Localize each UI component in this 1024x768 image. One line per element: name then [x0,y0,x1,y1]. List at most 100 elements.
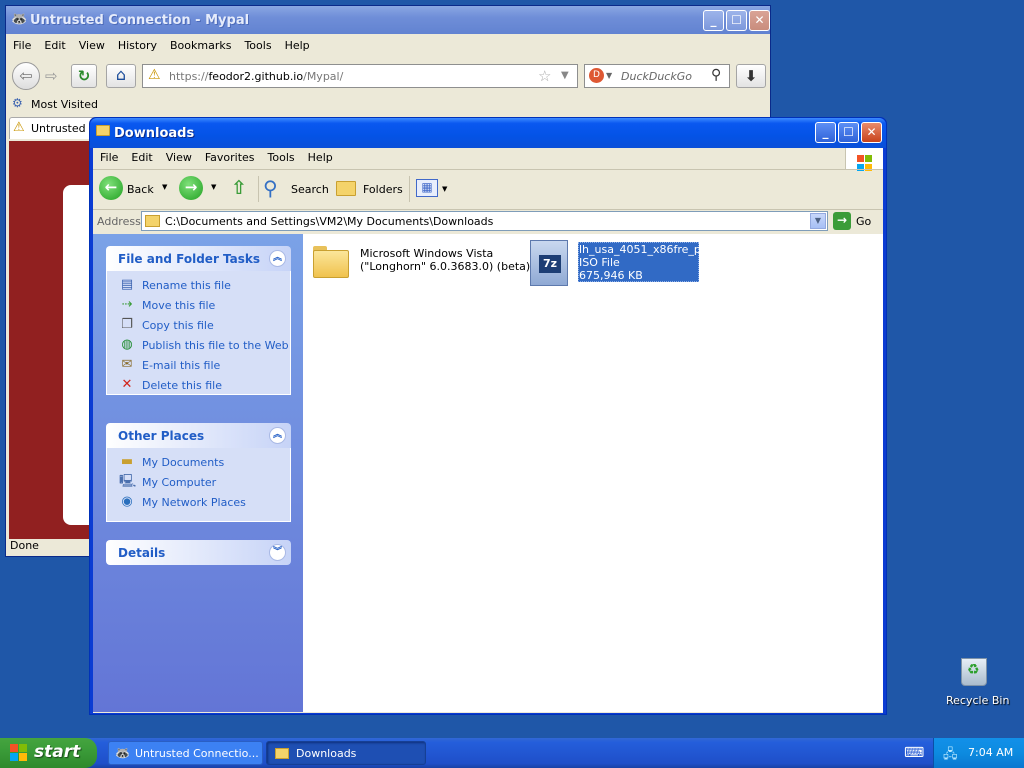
firefox-minimize-button[interactable]: _ [703,10,724,31]
ex-menu-tools[interactable]: Tools [261,148,301,164]
ff-menu-tools[interactable]: Tools [237,36,277,52]
bookmark-star-icon[interactable]: ☆ [538,67,551,85]
reload-icon[interactable]: ↻ [71,64,97,88]
address-folder-icon [145,215,160,227]
forward-dropdown-icon[interactable]: ▼ [211,183,216,191]
explorer-window-title: Downloads [114,126,195,141]
task-pane: File and Folder Tasks ︽ ▤ Rename this fil… [93,234,303,712]
views-dropdown-icon[interactable]: ▼ [442,185,447,193]
globe-icon: ◍ [121,337,133,352]
network-tray-icon[interactable]: 🖧 [943,745,958,767]
collapse-chevron-icon[interactable]: ︽ [269,250,286,267]
home-icon[interactable]: ⌂ [106,64,136,88]
back-button[interactable]: ← Back ▼ [99,176,169,202]
explorer-close-button[interactable]: ✕ [861,122,882,143]
start-button[interactable]: start [0,738,97,768]
folder-name-line1: Microsoft Windows Vista [360,247,494,260]
keyboard-icon[interactable]: ⌨ [904,745,924,761]
file-item-vista-folder[interactable]: Microsoft Windows Vista ("Longhorn" 6.0.… [311,242,531,292]
ex-menu-edit[interactable]: Edit [124,148,158,164]
clock[interactable]: 7:04 AM [968,746,1013,759]
go-button[interactable]: → Go [833,211,879,231]
forward-button[interactable]: → ▼ [179,176,219,202]
views-icon: ▦ [416,179,438,197]
explorer-minimize-button[interactable]: _ [815,122,836,143]
downloads-taskbar-icon [275,748,289,759]
tab-label: Untrusted C [31,122,97,135]
forward-icon: → [179,176,203,200]
ff-menu-file[interactable]: File [6,36,37,52]
chevron-down-icon[interactable]: ▼ [561,70,569,81]
address-label: Address [97,215,141,228]
file-list: Microsoft Windows Vista ("Longhorn" 6.0.… [303,234,883,712]
address-dropdown-icon[interactable]: ▼ [810,213,826,229]
file-item-iso[interactable]: 7z lh_usa_4051_x86fre_pro ISO File 675,9… [528,238,712,288]
ex-menu-help[interactable]: Help [301,148,339,164]
firefox-titlebar[interactable]: 🦝 Untrusted Connection - Mypal _ ☐ ✕ [6,6,770,34]
folder-name-line2: ("Longhorn" 6.0.3683.0) (beta) [360,260,531,273]
copy-icon: ❐ [121,317,133,332]
url-prefix: https:// [169,70,209,83]
recycle-bin-label: Recycle Bin [946,694,1010,707]
engine-dropdown-icon[interactable]: ▼ [606,71,612,80]
firefox-window-title: Untrusted Connection - Mypal [30,13,250,28]
7z-file-icon: 7z [530,240,568,286]
file-tasks-header[interactable]: File and Folder Tasks ︽ [106,246,291,271]
ff-menu-bookmarks[interactable]: Bookmarks [163,36,237,52]
most-visited-icon: ⚙ [12,96,23,110]
url-path: /Mypal/ [303,70,344,83]
other-places-header[interactable]: Other Places ︽ [106,423,291,448]
delete-icon: ✕ [121,377,133,392]
search-input[interactable]: DuckDuckGo [621,70,692,83]
firefox-maximize-button[interactable]: ☐ [726,10,747,31]
back-dropdown-icon[interactable]: ▼ [162,183,167,191]
ff-menu-edit[interactable]: Edit [37,36,71,52]
views-button[interactable]: ▦ ▼ [415,176,451,202]
ff-menu-view[interactable]: View [72,36,111,52]
mypal-logo-icon: 🦝 [11,12,28,27]
address-bar-row: Address C:\Documents and Settings\VM2\My… [93,210,883,233]
details-header[interactable]: Details ︾ [106,540,291,565]
taskbar-item-mypal[interactable]: 🦝 Untrusted Connectio... [108,741,263,765]
search-icon[interactable]: ⚲ [711,67,721,83]
folders-button[interactable]: Folders [336,176,404,202]
ff-menu-history[interactable]: History [111,36,163,52]
download-icon[interactable]: ⬇ [736,64,766,88]
search-bar[interactable]: D ▼ DuckDuckGo ⚲ [584,64,730,88]
search-button[interactable]: ⚲ Search [263,176,329,202]
address-field[interactable]: C:\Documents and Settings\VM2\My Documen… [141,211,828,231]
url-domain: feodor2.github.io [208,70,304,83]
system-tray: 🖧 7:04 AM [933,738,1024,768]
taskbar: start 🦝 Untrusted Connectio... Downloads… [0,738,1024,768]
other-places-panel: ▬ My Documents 🖳 My Computer ◉ My Network P… [106,448,291,522]
firefox-close-button[interactable]: ✕ [749,10,770,31]
ex-menu-favorites[interactable]: Favorites [198,148,261,164]
ex-menu-file[interactable]: File [93,148,124,164]
folders-icon [336,181,356,196]
explorer-titlebar[interactable]: Downloads _ ☐ ✕ [90,118,886,148]
file-name: lh_usa_4051_x86fre_pro [579,243,712,256]
forward-arrow-icon[interactable]: ⇨ [45,67,58,85]
explorer-toolbar: ← Back ▼ → ▼ ⇧ ⚲ Search Folders ▦ ▼ [93,170,883,208]
ex-menu-view[interactable]: View [159,148,198,164]
back-arrow-icon[interactable]: ⇦ [12,62,40,90]
bookmark-most-visited[interactable]: Most Visited [31,98,98,111]
file-type: ISO File [579,256,620,269]
magnifier-icon: ⚲ [263,176,278,200]
url-bar[interactable]: ⚠ https://feodor2.github.io/Mypal/ ☆ ▼ [142,64,578,88]
folder-icon [313,246,349,278]
explorer-maximize-button[interactable]: ☐ [838,122,859,143]
taskbar-item-downloads[interactable]: Downloads [266,741,426,765]
firefox-tab[interactable]: ⚠ Untrusted C [9,117,99,139]
recycle-bin[interactable]: ♻ Recycle Bin [940,654,1010,710]
up-folder-icon[interactable]: ⇧ [231,177,253,201]
expand-chevron-icon[interactable]: ︾ [269,544,286,561]
toolbar-separator [258,176,259,202]
firefox-status: Done [10,539,39,552]
ff-menu-help[interactable]: Help [278,36,316,52]
email-icon: ✉ [121,357,133,372]
mypal-taskbar-icon: 🦝 [115,746,130,760]
move-icon: ⇢ [121,297,133,312]
collapse-chevron-icon-2[interactable]: ︽ [269,427,286,444]
windows-flag-area [845,148,883,171]
